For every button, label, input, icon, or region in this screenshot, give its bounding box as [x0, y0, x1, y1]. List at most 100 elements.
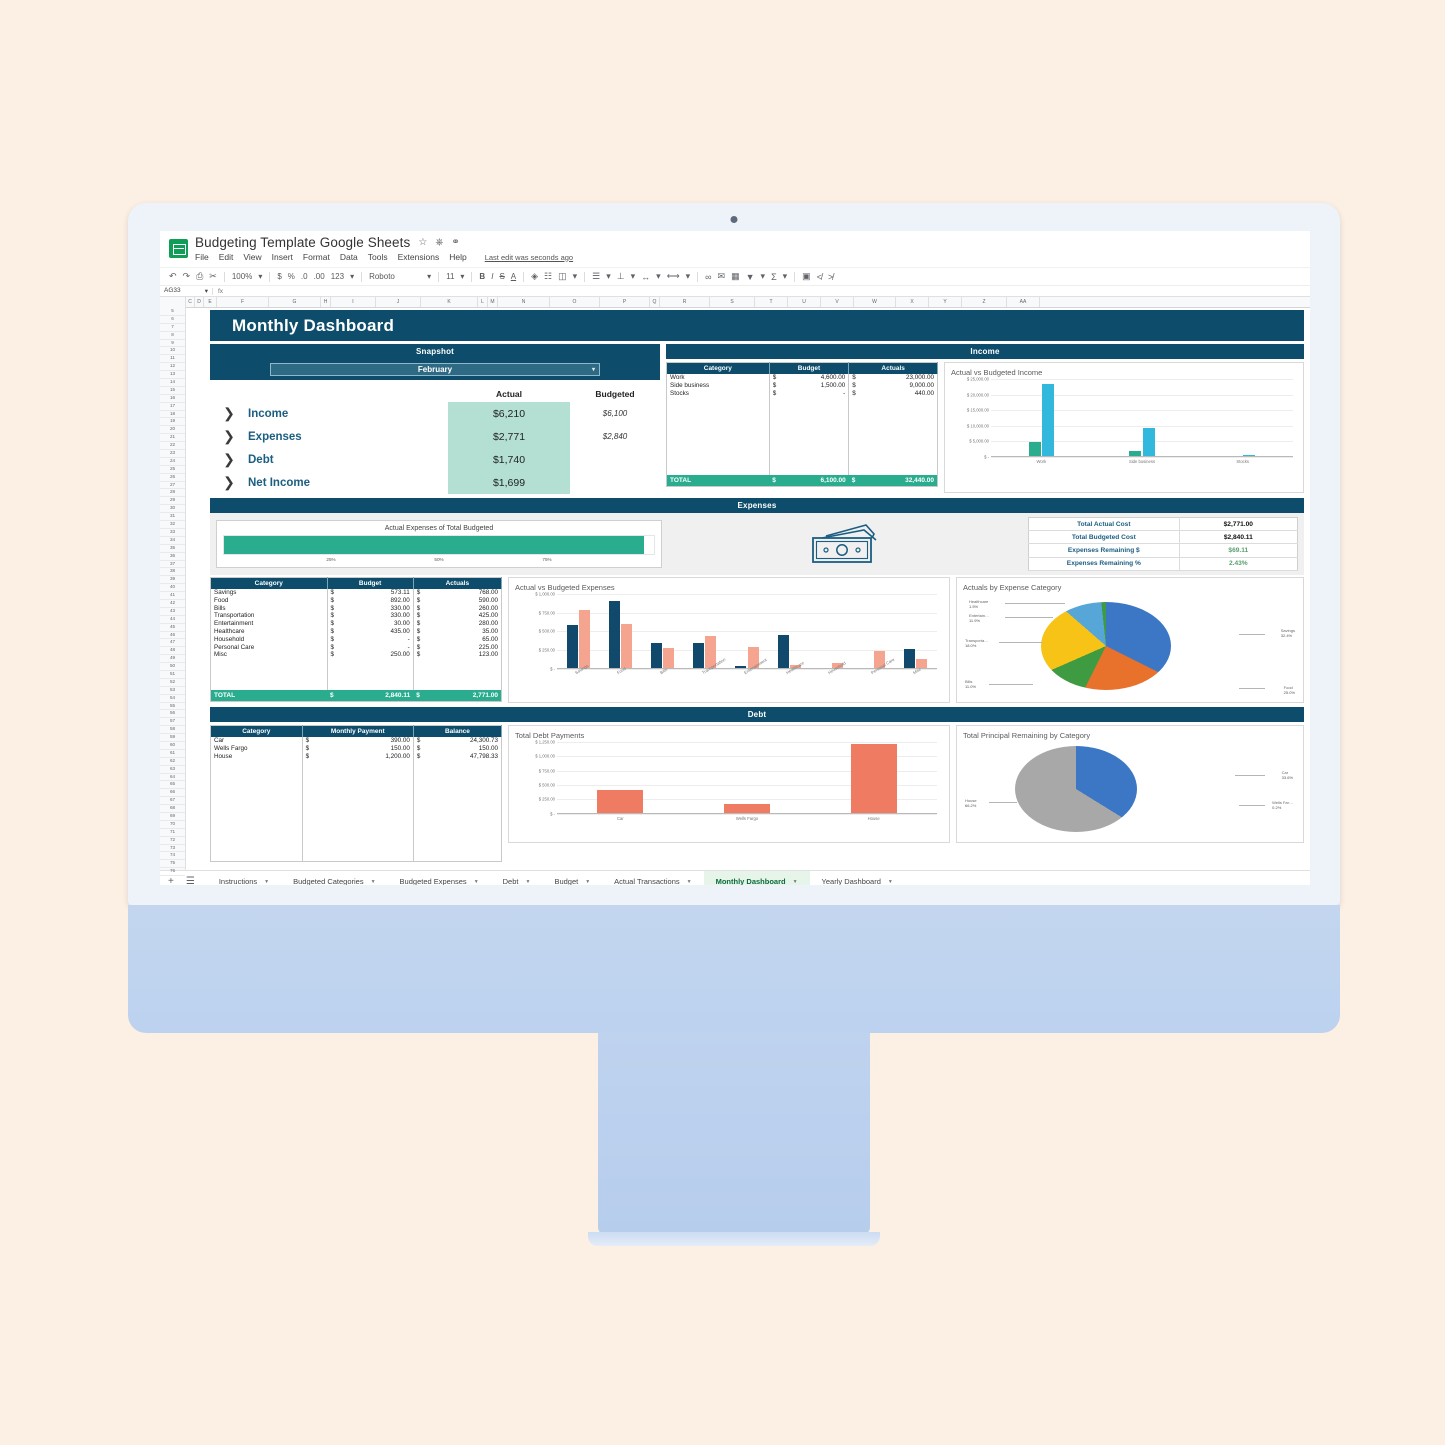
- chevron-down-icon[interactable]: ▼: [264, 871, 269, 886]
- row-header-cell[interactable]: 17: [160, 403, 185, 411]
- row-header-cell[interactable]: 9: [160, 340, 185, 348]
- column-header-cell[interactable]: R: [660, 297, 710, 307]
- row-header-cell[interactable]: 24: [160, 458, 185, 466]
- row-header-cell[interactable]: 32: [160, 521, 185, 529]
- column-header-cell[interactable]: H: [321, 297, 331, 307]
- column-header-cell[interactable]: G: [269, 297, 321, 307]
- row-header-cell[interactable]: 67: [160, 797, 185, 806]
- font-size-caret-icon[interactable]: ▾: [460, 272, 464, 281]
- chevron-down-icon[interactable]: ▼: [687, 871, 692, 886]
- chevron-down-icon[interactable]: ▼: [888, 871, 893, 886]
- row-header-cell[interactable]: 40: [160, 584, 185, 593]
- row-header-cell[interactable]: 22: [160, 442, 185, 451]
- column-header-cell[interactable]: N: [498, 297, 550, 307]
- row-header-cell[interactable]: 10: [160, 347, 185, 356]
- row-header-cell[interactable]: 62: [160, 758, 185, 766]
- text-color-button[interactable]: A: [511, 272, 516, 281]
- name-box-caret-icon[interactable]: ▾: [205, 287, 208, 295]
- row-header-cell[interactable]: 56: [160, 710, 185, 719]
- row-header-cell[interactable]: 76: [160, 868, 185, 877]
- row-header-cell[interactable]: 74: [160, 852, 185, 861]
- month-dropdown[interactable]: February ▾: [270, 363, 600, 376]
- menu-edit[interactable]: Edit: [219, 252, 234, 262]
- menu-view[interactable]: View: [243, 252, 261, 262]
- row-header-cell[interactable]: 70: [160, 821, 185, 829]
- column-header-cell[interactable]: Y: [929, 297, 962, 307]
- column-header-cell[interactable]: M: [488, 297, 498, 307]
- redo-icon[interactable]: ↷: [183, 271, 191, 282]
- row-header-cell[interactable]: 18: [160, 411, 185, 419]
- bold-button[interactable]: B: [479, 272, 485, 281]
- menu-tools[interactable]: Tools: [368, 252, 388, 262]
- chevron-down-icon[interactable]: ▼: [585, 871, 590, 886]
- row-header-cell[interactable]: 35: [160, 545, 185, 553]
- row-header-cell[interactable]: 73: [160, 845, 185, 853]
- row-header-cell[interactable]: 31: [160, 513, 185, 522]
- number-format-button[interactable]: 123: [331, 272, 344, 281]
- row-header-cell[interactable]: 23: [160, 450, 185, 458]
- merge-caret-icon[interactable]: ▾: [573, 271, 578, 282]
- chevron-down-icon[interactable]: ▼: [371, 871, 376, 886]
- cloud-status-icon[interactable]: ⚭: [451, 237, 459, 248]
- last-edit-status[interactable]: Last edit was seconds ago: [485, 253, 573, 262]
- row-header-cell[interactable]: 30: [160, 505, 185, 514]
- column-header-cell[interactable]: J: [376, 297, 421, 307]
- row-header-cell[interactable]: 28: [160, 489, 185, 498]
- row-header-cell[interactable]: 47: [160, 639, 185, 648]
- row-header-cell[interactable]: 13: [160, 371, 185, 380]
- undo-icon[interactable]: ↶: [169, 271, 177, 282]
- row-header-cell[interactable]: 66: [160, 789, 185, 798]
- row-header-cell[interactable]: 27: [160, 482, 185, 490]
- text-rotation-icon[interactable]: ⟷: [667, 271, 680, 282]
- row-header-cell[interactable]: 58: [160, 726, 185, 735]
- row-header-cell[interactable]: 33: [160, 529, 185, 537]
- row-header-cell[interactable]: 34: [160, 537, 185, 545]
- wrap-caret-icon[interactable]: ▾: [656, 271, 661, 282]
- name-box[interactable]: AG33 ▾: [160, 287, 212, 295]
- row-header-cell[interactable]: 19: [160, 418, 185, 427]
- decrease-decimal-button[interactable]: .0: [301, 272, 308, 281]
- column-header-cell[interactable]: X: [896, 297, 929, 307]
- functions-caret-icon[interactable]: ▾: [783, 271, 788, 282]
- column-header-cell[interactable]: T: [755, 297, 788, 307]
- borders-icon[interactable]: ☷: [544, 271, 552, 282]
- functions-icon[interactable]: Σ: [771, 272, 777, 282]
- add-sheet-icon[interactable]: +: [168, 876, 174, 885]
- row-header-cell[interactable]: 12: [160, 363, 185, 372]
- move-to-folder-icon[interactable]: ⎈: [435, 237, 443, 248]
- row-header-cell[interactable]: 21: [160, 434, 185, 443]
- menu-format[interactable]: Format: [303, 252, 330, 262]
- column-header-cell[interactable]: O: [550, 297, 600, 307]
- valign-caret-icon[interactable]: ▾: [631, 271, 636, 282]
- column-header-cell[interactable]: S: [710, 297, 755, 307]
- sheet-tab[interactable]: Instructions ▼: [207, 871, 281, 886]
- row-header-cell[interactable]: 14: [160, 379, 185, 387]
- row-header-cell[interactable]: 57: [160, 718, 185, 727]
- row-header-cell[interactable]: 45: [160, 624, 185, 632]
- sheet-tab[interactable]: Budgeted Categories ▼: [281, 871, 387, 886]
- row-header-cell[interactable]: 46: [160, 632, 185, 640]
- row-header-cell[interactable]: 15: [160, 387, 185, 395]
- menu-file[interactable]: File: [195, 252, 209, 262]
- merge-cells-icon[interactable]: ◫: [558, 271, 567, 282]
- row-header-cell[interactable]: 7: [160, 324, 185, 332]
- font-family-selector[interactable]: Roboto: [369, 272, 421, 281]
- row-header-cell[interactable]: 51: [160, 671, 185, 679]
- document-title[interactable]: Budgeting Template Google Sheets: [195, 235, 410, 250]
- row-header-cell[interactable]: 26: [160, 474, 185, 482]
- insert-image-icon[interactable]: ▣: [802, 271, 811, 282]
- column-header-cell[interactable]: C: [186, 297, 195, 307]
- font-size-selector[interactable]: 11: [446, 272, 454, 281]
- chevron-down-icon[interactable]: ▼: [793, 871, 798, 886]
- chevron-down-icon[interactable]: ▼: [525, 871, 530, 886]
- row-header-cell[interactable]: 20: [160, 426, 185, 435]
- halign-caret-icon[interactable]: ▾: [606, 271, 611, 282]
- font-caret-icon[interactable]: ▾: [427, 272, 431, 281]
- row-header-cell[interactable]: 71: [160, 829, 185, 837]
- row-header-cell[interactable]: 54: [160, 695, 185, 703]
- chevron-down-icon[interactable]: ▼: [474, 871, 479, 886]
- number-format-caret-icon[interactable]: ▾: [350, 272, 354, 281]
- sheet-tab[interactable]: Actual Transactions ▼: [602, 871, 703, 886]
- row-header-cell[interactable]: 42: [160, 600, 185, 608]
- column-header-cell[interactable]: F: [217, 297, 269, 307]
